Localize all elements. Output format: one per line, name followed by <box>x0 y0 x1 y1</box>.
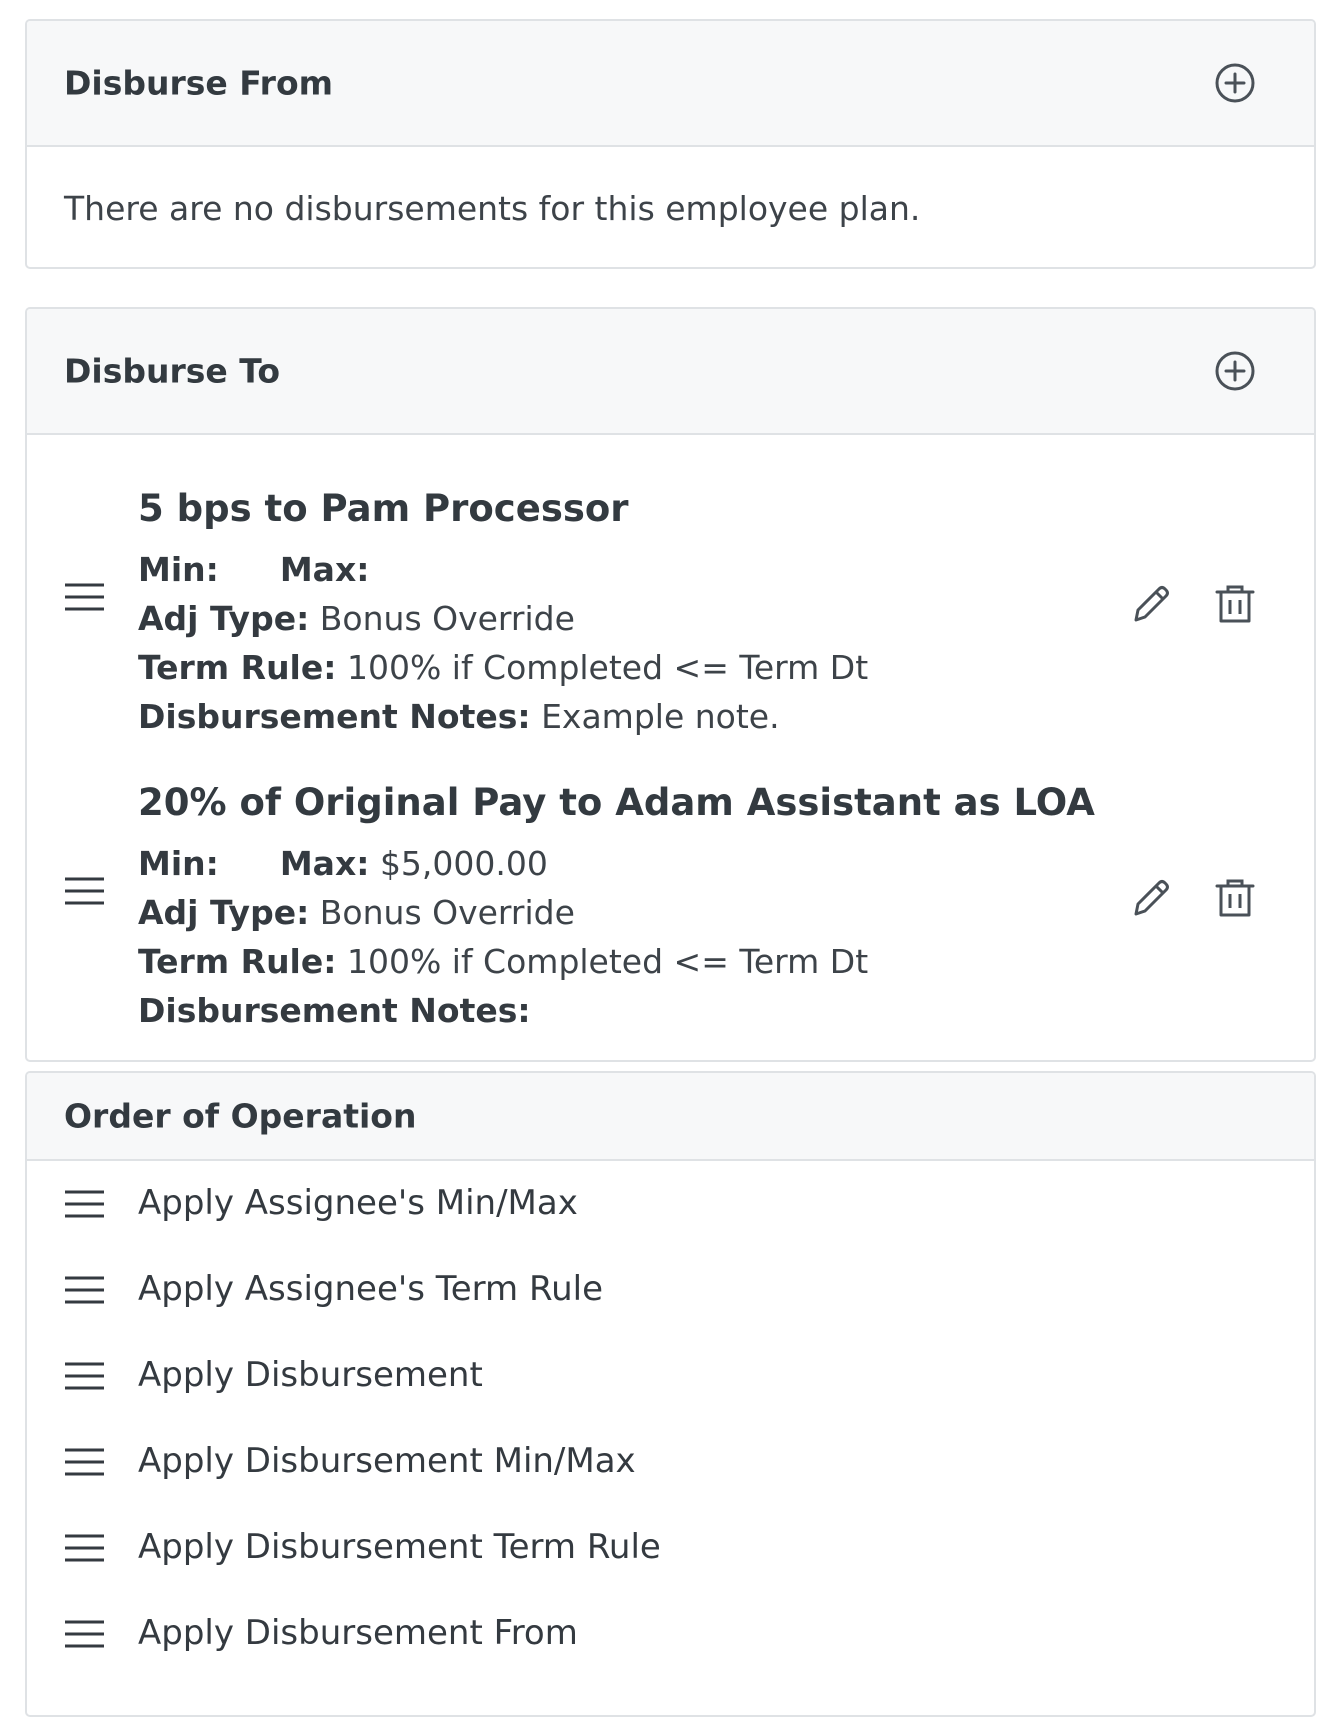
operation-label: Apply Disbursement <box>138 1355 483 1395</box>
adj-type-label: Adj Type: <box>138 599 310 638</box>
adj-type-label: Adj Type: <box>138 893 310 932</box>
drag-handle-icon[interactable] <box>64 876 105 906</box>
disbursement-title: 20% of Original Pay to Adam Assistant as… <box>138 781 1095 824</box>
operation-item[interactable]: Apply Assignee's Term Rule <box>27 1250 1314 1330</box>
disburse-from-title: Disburse From <box>64 63 334 103</box>
disbursement-title: 5 bps to Pam Processor <box>138 487 629 530</box>
drag-handle-icon[interactable] <box>64 1447 105 1477</box>
notes-line: Disbursement Notes: <box>138 991 531 1030</box>
disbursement-item: 5 bps to Pam Processor Min: Max: Adj Typ… <box>27 435 1314 736</box>
drag-handle-icon[interactable] <box>64 1275 105 1305</box>
trash-icon[interactable] <box>1213 582 1257 626</box>
max-label: Max: <box>279 844 370 883</box>
operation-label: Apply Disbursement Term Rule <box>138 1527 661 1567</box>
operation-label: Apply Disbursement From <box>138 1613 578 1653</box>
disburse-from-header: Disburse From <box>27 21 1314 147</box>
drag-handle-icon[interactable] <box>64 1189 105 1219</box>
no-disbursements-message: There are no disbursements for this empl… <box>64 189 921 228</box>
drag-handle-icon[interactable] <box>64 1533 105 1563</box>
operation-item[interactable]: Apply Disbursement From <box>27 1594 1314 1674</box>
term-rule-value: 100% if Completed <= Term Dt <box>346 648 869 687</box>
operation-label: Apply Assignee's Term Rule <box>138 1269 603 1309</box>
operation-item[interactable]: Apply Disbursement <box>27 1336 1314 1416</box>
disburse-from-card: Disburse From There are no disbursements… <box>25 19 1316 269</box>
operation-label: Apply Assignee's Min/Max <box>138 1183 578 1223</box>
min-label: Min: <box>138 844 219 883</box>
operation-label: Apply Disbursement Min/Max <box>138 1441 636 1481</box>
operation-item[interactable]: Apply Disbursement Min/Max <box>27 1422 1314 1502</box>
pencil-icon[interactable] <box>1128 582 1172 626</box>
term-rule-label: Term Rule: <box>138 942 337 981</box>
min-max-line: Min: Max: <box>138 550 369 589</box>
trash-icon[interactable] <box>1213 876 1257 920</box>
term-rule-line: Term Rule: 100% if Completed <= Term Dt <box>138 648 868 687</box>
max-label: Max: <box>279 550 370 589</box>
order-of-operation-title: Order of Operation <box>64 1096 417 1136</box>
adj-type-value: Bonus Override <box>319 893 575 932</box>
add-disburse-from-icon[interactable] <box>1214 62 1256 104</box>
term-rule-value: 100% if Completed <= Term Dt <box>346 942 869 981</box>
notes-label: Disbursement Notes: <box>138 991 531 1030</box>
adj-type-value: Bonus Override <box>319 599 575 638</box>
operation-item[interactable]: Apply Disbursement Term Rule <box>27 1508 1314 1588</box>
add-disburse-to-icon[interactable] <box>1214 350 1256 392</box>
adj-type-line: Adj Type: Bonus Override <box>138 599 575 638</box>
pencil-icon[interactable] <box>1128 876 1172 920</box>
order-of-operation-card: Order of Operation Apply Assignee's Min/… <box>25 1071 1316 1717</box>
disbursement-item: 20% of Original Pay to Adam Assistant as… <box>27 729 1314 1030</box>
min-max-line: Min: Max: $5,000.00 <box>138 844 548 883</box>
term-rule-label: Term Rule: <box>138 648 337 687</box>
operation-item[interactable]: Apply Assignee's Min/Max <box>27 1164 1314 1244</box>
drag-handle-icon[interactable] <box>64 1619 105 1649</box>
term-rule-line: Term Rule: 100% if Completed <= Term Dt <box>138 942 868 981</box>
min-label: Min: <box>138 550 219 589</box>
adj-type-line: Adj Type: Bonus Override <box>138 893 575 932</box>
max-value: $5,000.00 <box>379 844 548 883</box>
drag-handle-icon[interactable] <box>64 582 105 612</box>
disburse-to-title: Disburse To <box>64 351 281 391</box>
order-of-operation-header: Order of Operation <box>27 1073 1314 1161</box>
disburse-to-header: Disburse To <box>27 309 1314 435</box>
disburse-to-card: Disburse To 5 bps to Pam Processor Min: … <box>25 307 1316 1062</box>
drag-handle-icon[interactable] <box>64 1361 105 1391</box>
